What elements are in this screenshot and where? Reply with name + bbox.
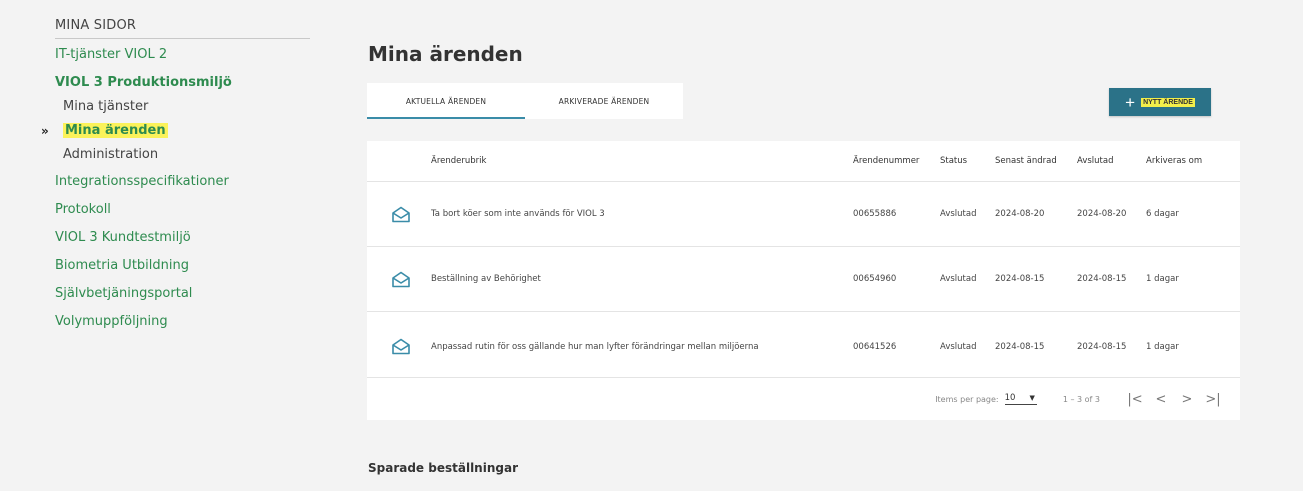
sidebar-item-mina-tjanster[interactable]: Mina tjänster — [55, 95, 310, 119]
cell-number: 00654960 — [853, 274, 897, 284]
new-case-button-label: NYTT ÄRENDE — [1141, 97, 1195, 107]
sidebar-heading: MINA SIDOR — [55, 18, 310, 39]
row-icon-cell — [367, 338, 431, 355]
case-tabs: AKTUELLA ÄRENDEN ARKIVERADE ÄRENDEN — [367, 83, 683, 119]
table-row[interactable]: Ta bort köer som inte används för VIOL 3… — [367, 182, 1240, 247]
cell-number: 00641526 — [853, 341, 897, 352]
column-header-archive-in[interactable]: Arkiveras om — [1146, 156, 1226, 166]
cell-status: Avslutad — [940, 209, 977, 219]
cell-closed: 2024-08-15 — [1077, 274, 1127, 284]
sidebar-item-label: Mina tjänster — [63, 99, 149, 114]
column-header-last-changed[interactable]: Senast ändrad — [995, 156, 1077, 166]
cell-archive-in: 6 dagar — [1146, 209, 1179, 219]
row-icon-cell — [367, 206, 431, 223]
envelope-open-icon — [392, 271, 410, 287]
column-header-closed[interactable]: Avslutad — [1077, 156, 1146, 166]
cell-subject: Anpassad rutin för oss gällande hur man … — [431, 341, 759, 352]
sidebar-item-label: Administration — [63, 147, 159, 162]
column-header-number[interactable]: Ärendenummer — [853, 156, 940, 166]
table-row[interactable]: Beställning av Behörighet 00654960 Avslu… — [367, 247, 1240, 312]
saved-orders-title: Sparade beställningar — [368, 461, 518, 475]
sidebar-item-integrationsspecifikationer[interactable]: Integrationsspecifikationer — [55, 170, 310, 194]
cell-closed: 2024-08-15 — [1077, 341, 1127, 352]
sidebar-item-mina-arenden[interactable]: » Mina ärenden — [41, 119, 310, 143]
next-page-icon[interactable]: > — [1174, 392, 1200, 407]
sidebar-item-sjalvbetjaningsportal[interactable]: Självbetjäningsportal — [55, 282, 310, 306]
row-icon-cell — [367, 271, 431, 288]
table-row[interactable]: Anpassad rutin för oss gällande hur man … — [367, 312, 1240, 378]
envelope-open-icon — [392, 338, 410, 355]
cell-last-changed: 2024-08-20 — [995, 209, 1045, 219]
paginator: Items per page: 10 ▼ 1 – 3 of 3 |< < > >… — [367, 378, 1240, 420]
sidebar-item-protokoll[interactable]: Protokoll — [55, 198, 310, 222]
sidebar-item-volymuppfoljning[interactable]: Volymuppföljning — [55, 310, 310, 334]
plus-icon: + — [1125, 92, 1136, 112]
first-page-icon[interactable]: |< — [1122, 392, 1148, 407]
last-page-icon[interactable]: >| — [1200, 392, 1226, 407]
column-header-status[interactable]: Status — [940, 156, 995, 166]
new-case-button[interactable]: + NYTT ÄRENDE — [1109, 88, 1211, 116]
sidebar-item-biometria-utbildning[interactable]: Biometria Utbildning — [55, 254, 310, 278]
items-per-page-value: 10 — [1004, 393, 1016, 403]
previous-page-icon[interactable]: < — [1148, 392, 1174, 407]
sidebar-item-administration[interactable]: Administration — [55, 143, 310, 167]
items-per-page-select[interactable]: 10 ▼ — [1004, 393, 1037, 405]
cell-closed: 2024-08-20 — [1077, 209, 1127, 219]
cell-status: Avslutad — [940, 341, 977, 352]
cell-archive-in: 1 dagar — [1146, 341, 1179, 352]
tab-current-cases[interactable]: AKTUELLA ÄRENDEN — [367, 83, 525, 119]
cell-last-changed: 2024-08-15 — [995, 341, 1045, 352]
items-per-page-label: Items per page: — [935, 394, 999, 404]
sidebar: MINA SIDOR IT-tjänster VIOL 2 VIOL 3 Pro… — [41, 18, 310, 334]
cell-status: Avslutad — [940, 274, 977, 284]
sidebar-item-viol3-produktionsmiljo[interactable]: VIOL 3 Produktionsmiljö — [55, 71, 310, 95]
page-title: Mina ärenden — [368, 42, 523, 66]
active-marker-icon: » — [41, 124, 49, 138]
caret-down-icon: ▼ — [1029, 394, 1035, 402]
page-range-label: 1 – 3 of 3 — [1062, 394, 1100, 404]
sidebar-item-viol3-kundtestmiljo[interactable]: VIOL 3 Kundtestmiljö — [55, 226, 310, 250]
envelope-open-icon — [392, 206, 410, 222]
cell-subject: Beställning av Behörighet — [431, 274, 541, 284]
cell-last-changed: 2024-08-15 — [995, 274, 1045, 284]
tab-archived-cases[interactable]: ARKIVERADE ÄRENDEN — [525, 83, 683, 119]
column-header-subject[interactable]: Ärenderubrik — [431, 156, 853, 166]
table-header: Ärenderubrik Ärendenummer Status Senast … — [367, 141, 1240, 182]
sidebar-item-it-tjanster-viol2[interactable]: IT-tjänster VIOL 2 — [55, 41, 310, 68]
cell-archive-in: 1 dagar — [1146, 274, 1179, 284]
cell-number: 00655886 — [853, 209, 897, 219]
cases-table: Ärenderubrik Ärendenummer Status Senast … — [367, 141, 1240, 420]
sidebar-item-label: Mina ärenden — [63, 123, 168, 138]
cell-subject: Ta bort köer som inte används för VIOL 3 — [431, 209, 605, 219]
